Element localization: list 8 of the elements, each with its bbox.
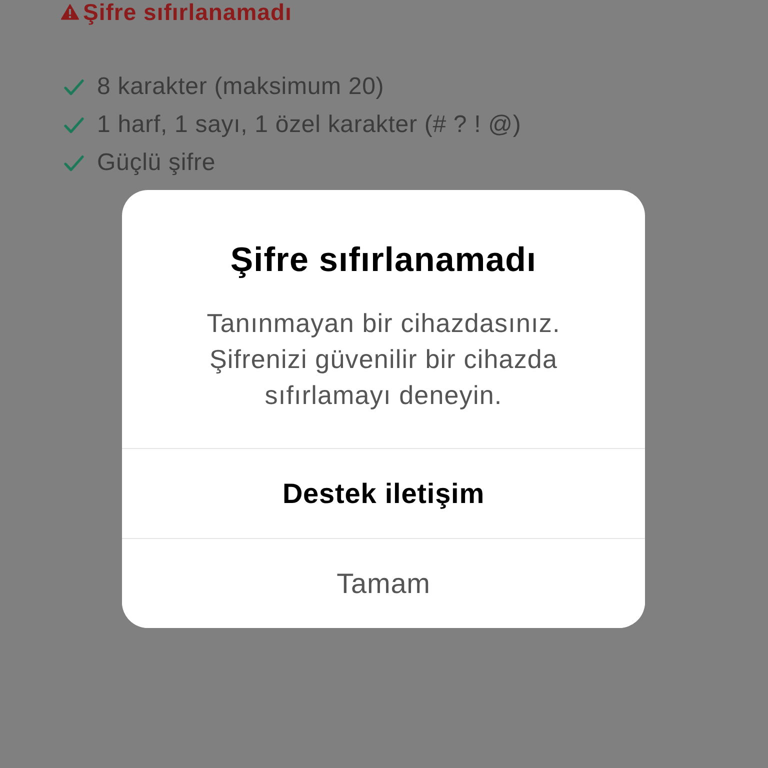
dialog-title: Şifre sıfırlanamadı bbox=[230, 241, 537, 279]
requirement-text: 1 harf, 1 sayı, 1 özel karakter (# ? ! @) bbox=[97, 111, 522, 139]
dialog-message: Tanınmayan bir cihazdasınız. Şifrenizi güvenilir bir cihazda sıfırlamayı deneyin. bbox=[206, 307, 562, 412]
requirement-text: Güçlü şifre bbox=[97, 149, 216, 177]
error-message: Şifre sıfırlanamadı bbox=[83, 0, 292, 25]
ok-button[interactable]: Tamam bbox=[122, 538, 645, 628]
warning-icon bbox=[61, 4, 79, 20]
requirement-text: 8 karakter (maksimum 20) bbox=[97, 73, 384, 101]
